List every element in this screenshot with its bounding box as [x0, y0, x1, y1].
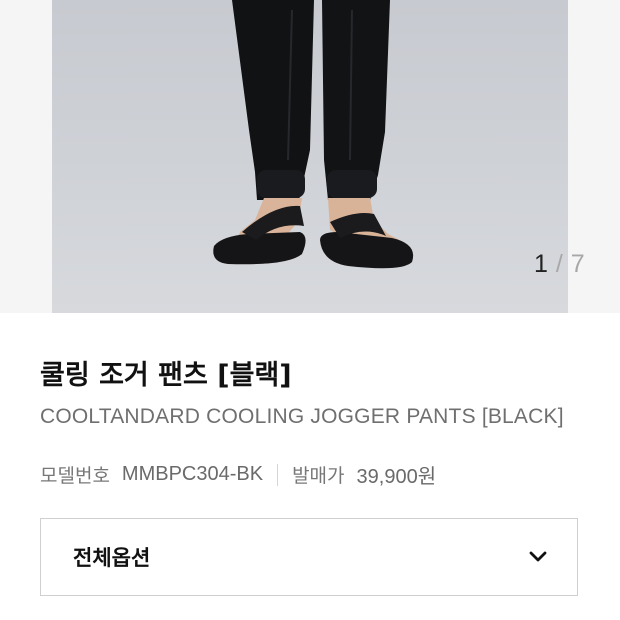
- release-price-value: 39,900원: [356, 466, 437, 488]
- current-image-index: 1: [534, 250, 549, 278]
- model-number-label: 모델번호: [40, 465, 110, 487]
- total-image-count: 7: [570, 250, 586, 278]
- option-select[interactable]: 전체옵션: [40, 518, 578, 596]
- product-photo[interactable]: [52, 0, 568, 313]
- product-image-gallery[interactable]: 1 / 7: [0, 0, 620, 313]
- model-number-value: MMBPC304-BK: [121, 463, 264, 485]
- product-meta: 모델번호 MMBPC304-BK 발매가 39,900원: [40, 460, 436, 489]
- product-english-name: COOLTANDARD COOLING JOGGER PANTS [BLACK]: [40, 405, 564, 428]
- counter-separator: /: [555, 250, 564, 278]
- chevron-down-icon[interactable]: [529, 551, 547, 563]
- image-counter: 1 / 7: [534, 250, 585, 279]
- right-sandal-sole: [320, 232, 414, 269]
- product-photo-illustration: [213, 0, 414, 269]
- release-price-label: 발매가: [292, 465, 345, 487]
- left-cuff: [257, 170, 305, 198]
- product-title: 쿨링 조거 팬츠 [블랙]: [40, 360, 292, 391]
- meta-divider: [277, 463, 279, 486]
- option-select-label: 전체옵션: [73, 546, 151, 570]
- right-cuff: [327, 170, 377, 198]
